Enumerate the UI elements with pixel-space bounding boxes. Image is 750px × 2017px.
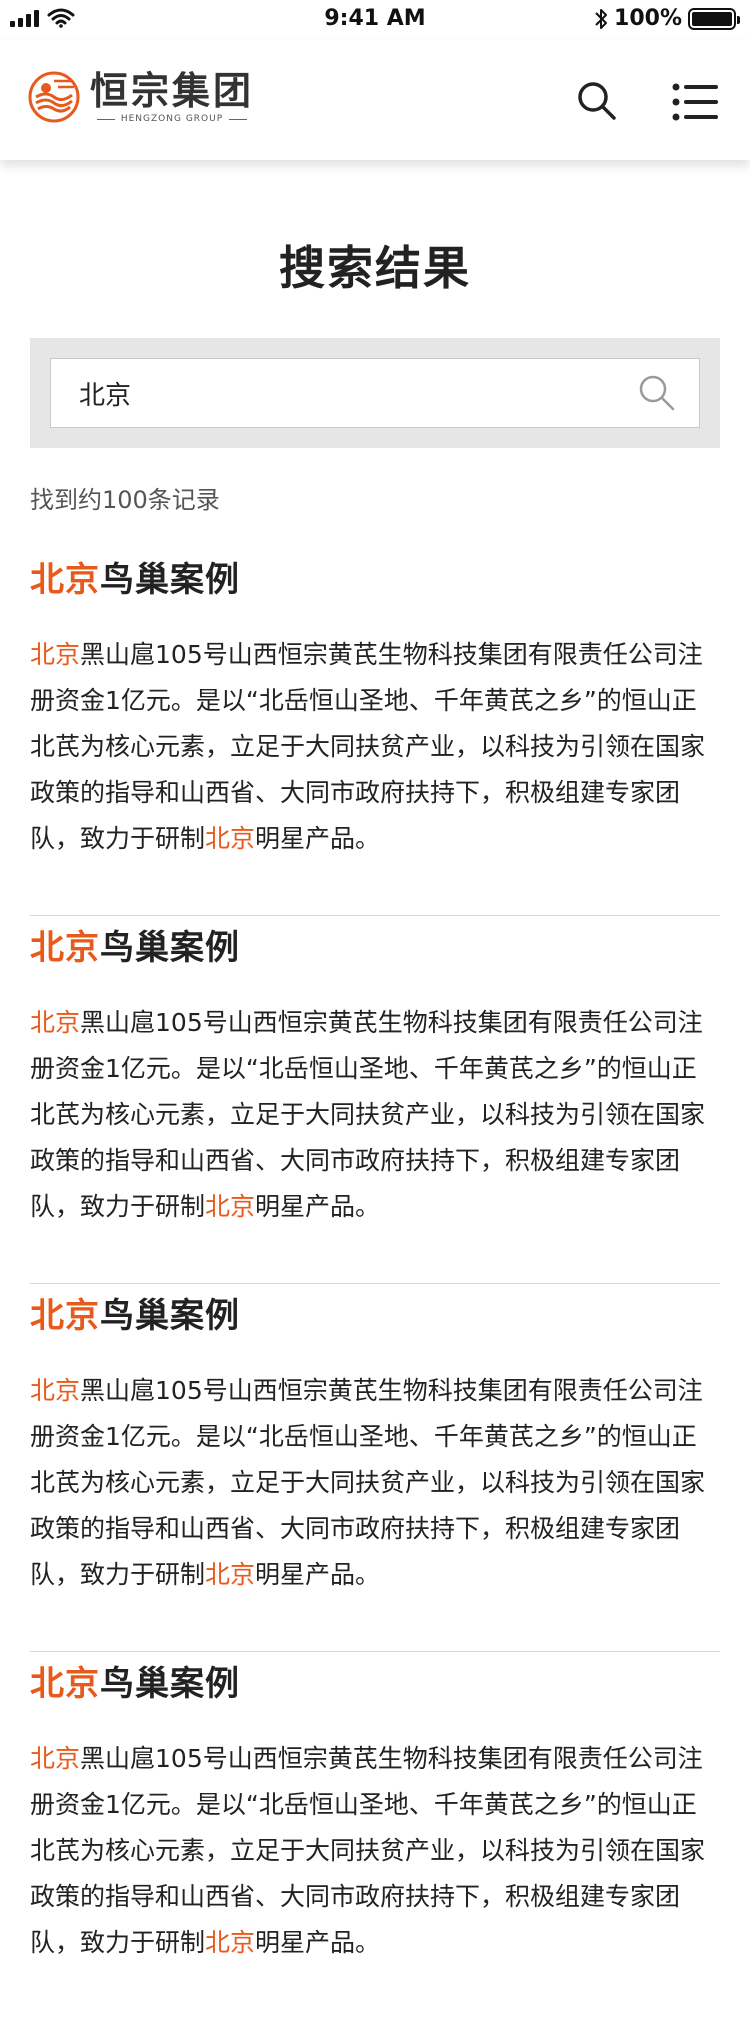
result-desc-text: 黑山扈105号山西恒宗黄芪生物科技集团有限责任公司注册资金1亿元。是以“北岳恒山… — [30, 1008, 706, 1221]
result-count: 找到约100条记录 — [30, 486, 220, 514]
result-title[interactable]: 北京鸟巢案例 — [30, 558, 720, 602]
result-desc-highlight: 北京 — [30, 1376, 81, 1405]
result-item[interactable]: 北京鸟巢案例 北京黑山扈105号山西恒宗黄芪生物科技集团有限责任公司注册资金1亿… — [30, 548, 720, 916]
battery-fill — [692, 11, 732, 26]
result-desc-highlight: 北京 — [30, 1008, 81, 1037]
result-title-text: 鸟巢案例 — [100, 928, 240, 968]
result-desc-end: 明星产品。 — [255, 1192, 381, 1221]
result-title-text: 鸟巢案例 — [100, 1296, 240, 1336]
result-desc-end: 明星产品。 — [255, 824, 381, 853]
page-title: 搜索结果 — [279, 241, 471, 295]
result-desc-end: 明星产品。 — [255, 1560, 381, 1589]
logo[interactable]: 恒宗集团 HENGZONG GROUP — [28, 70, 254, 124]
site-header: 恒宗集团 HENGZONG GROUP — [0, 40, 750, 160]
search-panel — [30, 338, 720, 448]
battery-icon — [688, 7, 740, 30]
result-desc-highlight: 北京 — [205, 824, 256, 853]
result-desc-highlight: 北京 — [205, 1560, 256, 1589]
battery-percent: 100% — [614, 6, 682, 31]
result-description: 北京黑山扈105号山西恒宗黄芪生物科技集团有限责任公司注册资金1亿元。是以“北岳… — [30, 1368, 720, 1598]
result-title-text: 鸟巢案例 — [100, 560, 240, 600]
bluetooth-icon — [595, 8, 608, 29]
status-right: 100% — [594, 6, 740, 31]
search-input[interactable] — [79, 359, 619, 427]
result-item[interactable]: 北京鸟巢案例 北京黑山扈105号山西恒宗黄芪生物科技集团有限责任公司注册资金1亿… — [30, 1284, 720, 1652]
search-submit-icon[interactable] — [637, 373, 677, 413]
result-desc-highlight: 北京 — [30, 640, 81, 669]
logo-mark-icon — [28, 71, 80, 123]
result-description: 北京黑山扈105号山西恒宗黄芪生物科技集团有限责任公司注册资金1亿元。是以“北岳… — [30, 1736, 720, 1966]
result-description: 北京黑山扈105号山西恒宗黄芪生物科技集团有限责任公司注册资金1亿元。是以“北岳… — [30, 1000, 720, 1230]
result-desc-end: 明星产品。 — [255, 1928, 381, 1957]
search-box — [50, 358, 700, 428]
result-desc-text: 黑山扈105号山西恒宗黄芪生物科技集团有限责任公司注册资金1亿元。是以“北岳恒山… — [30, 640, 706, 853]
result-item[interactable]: 北京鸟巢案例 北京黑山扈105号山西恒宗黄芪生物科技集团有限责任公司注册资金1亿… — [30, 1652, 720, 2017]
result-title-text: 鸟巢案例 — [100, 1664, 240, 1704]
result-item[interactable]: 北京鸟巢案例 北京黑山扈105号山西恒宗黄芪生物科技集团有限责任公司注册资金1亿… — [30, 916, 720, 1284]
result-description: 北京黑山扈105号山西恒宗黄芪生物科技集团有限责任公司注册资金1亿元。是以“北岳… — [30, 632, 720, 862]
result-desc-highlight: 北京 — [205, 1192, 256, 1221]
result-title[interactable]: 北京鸟巢案例 — [30, 1662, 720, 1706]
result-desc-text: 黑山扈105号山西恒宗黄芪生物科技集团有限责任公司注册资金1亿元。是以“北岳恒山… — [30, 1744, 706, 1957]
result-desc-text: 黑山扈105号山西恒宗黄芪生物科技集团有限责任公司注册资金1亿元。是以“北岳恒山… — [30, 1376, 706, 1589]
result-title-highlight: 北京 — [30, 928, 100, 968]
result-title-highlight: 北京 — [30, 1296, 100, 1336]
result-desc-highlight: 北京 — [205, 1928, 256, 1957]
logo-subtitle: HENGZONG GROUP — [120, 114, 224, 124]
status-bar: 9:41 AM 100% — [0, 0, 750, 40]
logo-text: 恒宗集团 HENGZONG GROUP — [90, 68, 255, 125]
result-title[interactable]: 北京鸟巢案例 — [30, 926, 720, 970]
menu-icon[interactable] — [672, 82, 720, 122]
result-title-highlight: 北京 — [30, 1664, 100, 1704]
results-list: 北京鸟巢案例 北京黑山扈105号山西恒宗黄芪生物科技集团有限责任公司注册资金1亿… — [30, 548, 720, 2017]
logo-subtitle-row: HENGZONG GROUP — [96, 114, 248, 124]
search-icon[interactable] — [576, 80, 618, 122]
logo-name: 恒宗集团 — [90, 68, 255, 113]
result-desc-highlight: 北京 — [30, 1744, 81, 1773]
result-title[interactable]: 北京鸟巢案例 — [30, 1294, 720, 1338]
result-title-highlight: 北京 — [30, 560, 100, 600]
